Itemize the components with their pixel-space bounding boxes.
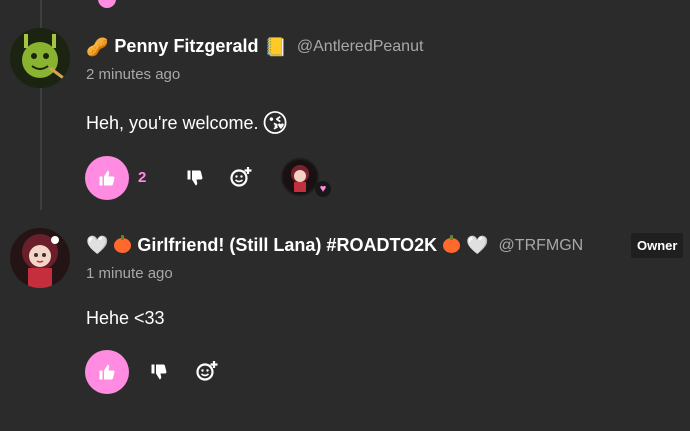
- dislike-button[interactable]: [182, 165, 208, 191]
- dislike-button[interactable]: [146, 359, 172, 385]
- like-count: 2: [138, 169, 147, 186]
- add-reaction-button[interactable]: [194, 358, 220, 384]
- pumpkin-icon: [443, 235, 461, 253]
- thumbs-up-icon: [99, 170, 115, 186]
- thumbs-up-icon: [99, 364, 115, 380]
- creator-reaction-avatar: [281, 158, 319, 196]
- owner-badge: Owner: [631, 233, 684, 258]
- comment-text: Heh, you're welcome.: [86, 113, 259, 133]
- peanut-emoji: 🥜: [86, 36, 109, 57]
- username[interactable]: Penny Fitzgerald: [114, 36, 258, 57]
- thumbs-down-icon: [151, 364, 167, 380]
- comment-body: Heh, you're welcome. 😘: [86, 108, 289, 139]
- avatar-girlfriend[interactable]: [10, 228, 70, 288]
- comment-text: Hehe <33: [86, 308, 165, 328]
- heart-icon: ♥: [315, 181, 331, 197]
- user-handle[interactable]: @AntleredPeanut: [297, 38, 424, 56]
- timestamp[interactable]: 1 minute ago: [86, 265, 173, 282]
- comment-body: Hehe <33: [86, 308, 165, 329]
- add-reaction-button[interactable]: [228, 164, 254, 190]
- username[interactable]: Girlfriend! (Still Lana) #ROADTO2K: [137, 235, 437, 256]
- comment-1-header: 🥜 Penny Fitzgerald 📒 @AntleredPeanut: [86, 36, 423, 57]
- notebook-emoji: 📒: [264, 36, 287, 57]
- timestamp[interactable]: 2 minutes ago: [86, 66, 180, 83]
- add-reaction-icon: [230, 167, 252, 187]
- avatar-penny[interactable]: [10, 28, 70, 88]
- user-handle[interactable]: @TRFMGN: [499, 237, 584, 255]
- comment-2-header: 🤍 Girlfriend! (Still Lana) #ROADTO2K 🤍 @…: [86, 235, 583, 256]
- white-heart-icon: 🤍: [86, 235, 109, 255]
- add-reaction-icon: [196, 361, 218, 381]
- previous-like-button[interactable]: [98, 0, 116, 8]
- pumpkin-icon: [114, 235, 132, 253]
- kiss-emoji: 😘: [261, 108, 289, 138]
- white-heart-icon: 🤍: [466, 235, 489, 255]
- thumbs-down-icon: [187, 170, 203, 186]
- like-button[interactable]: [85, 350, 129, 394]
- like-button[interactable]: [85, 156, 129, 200]
